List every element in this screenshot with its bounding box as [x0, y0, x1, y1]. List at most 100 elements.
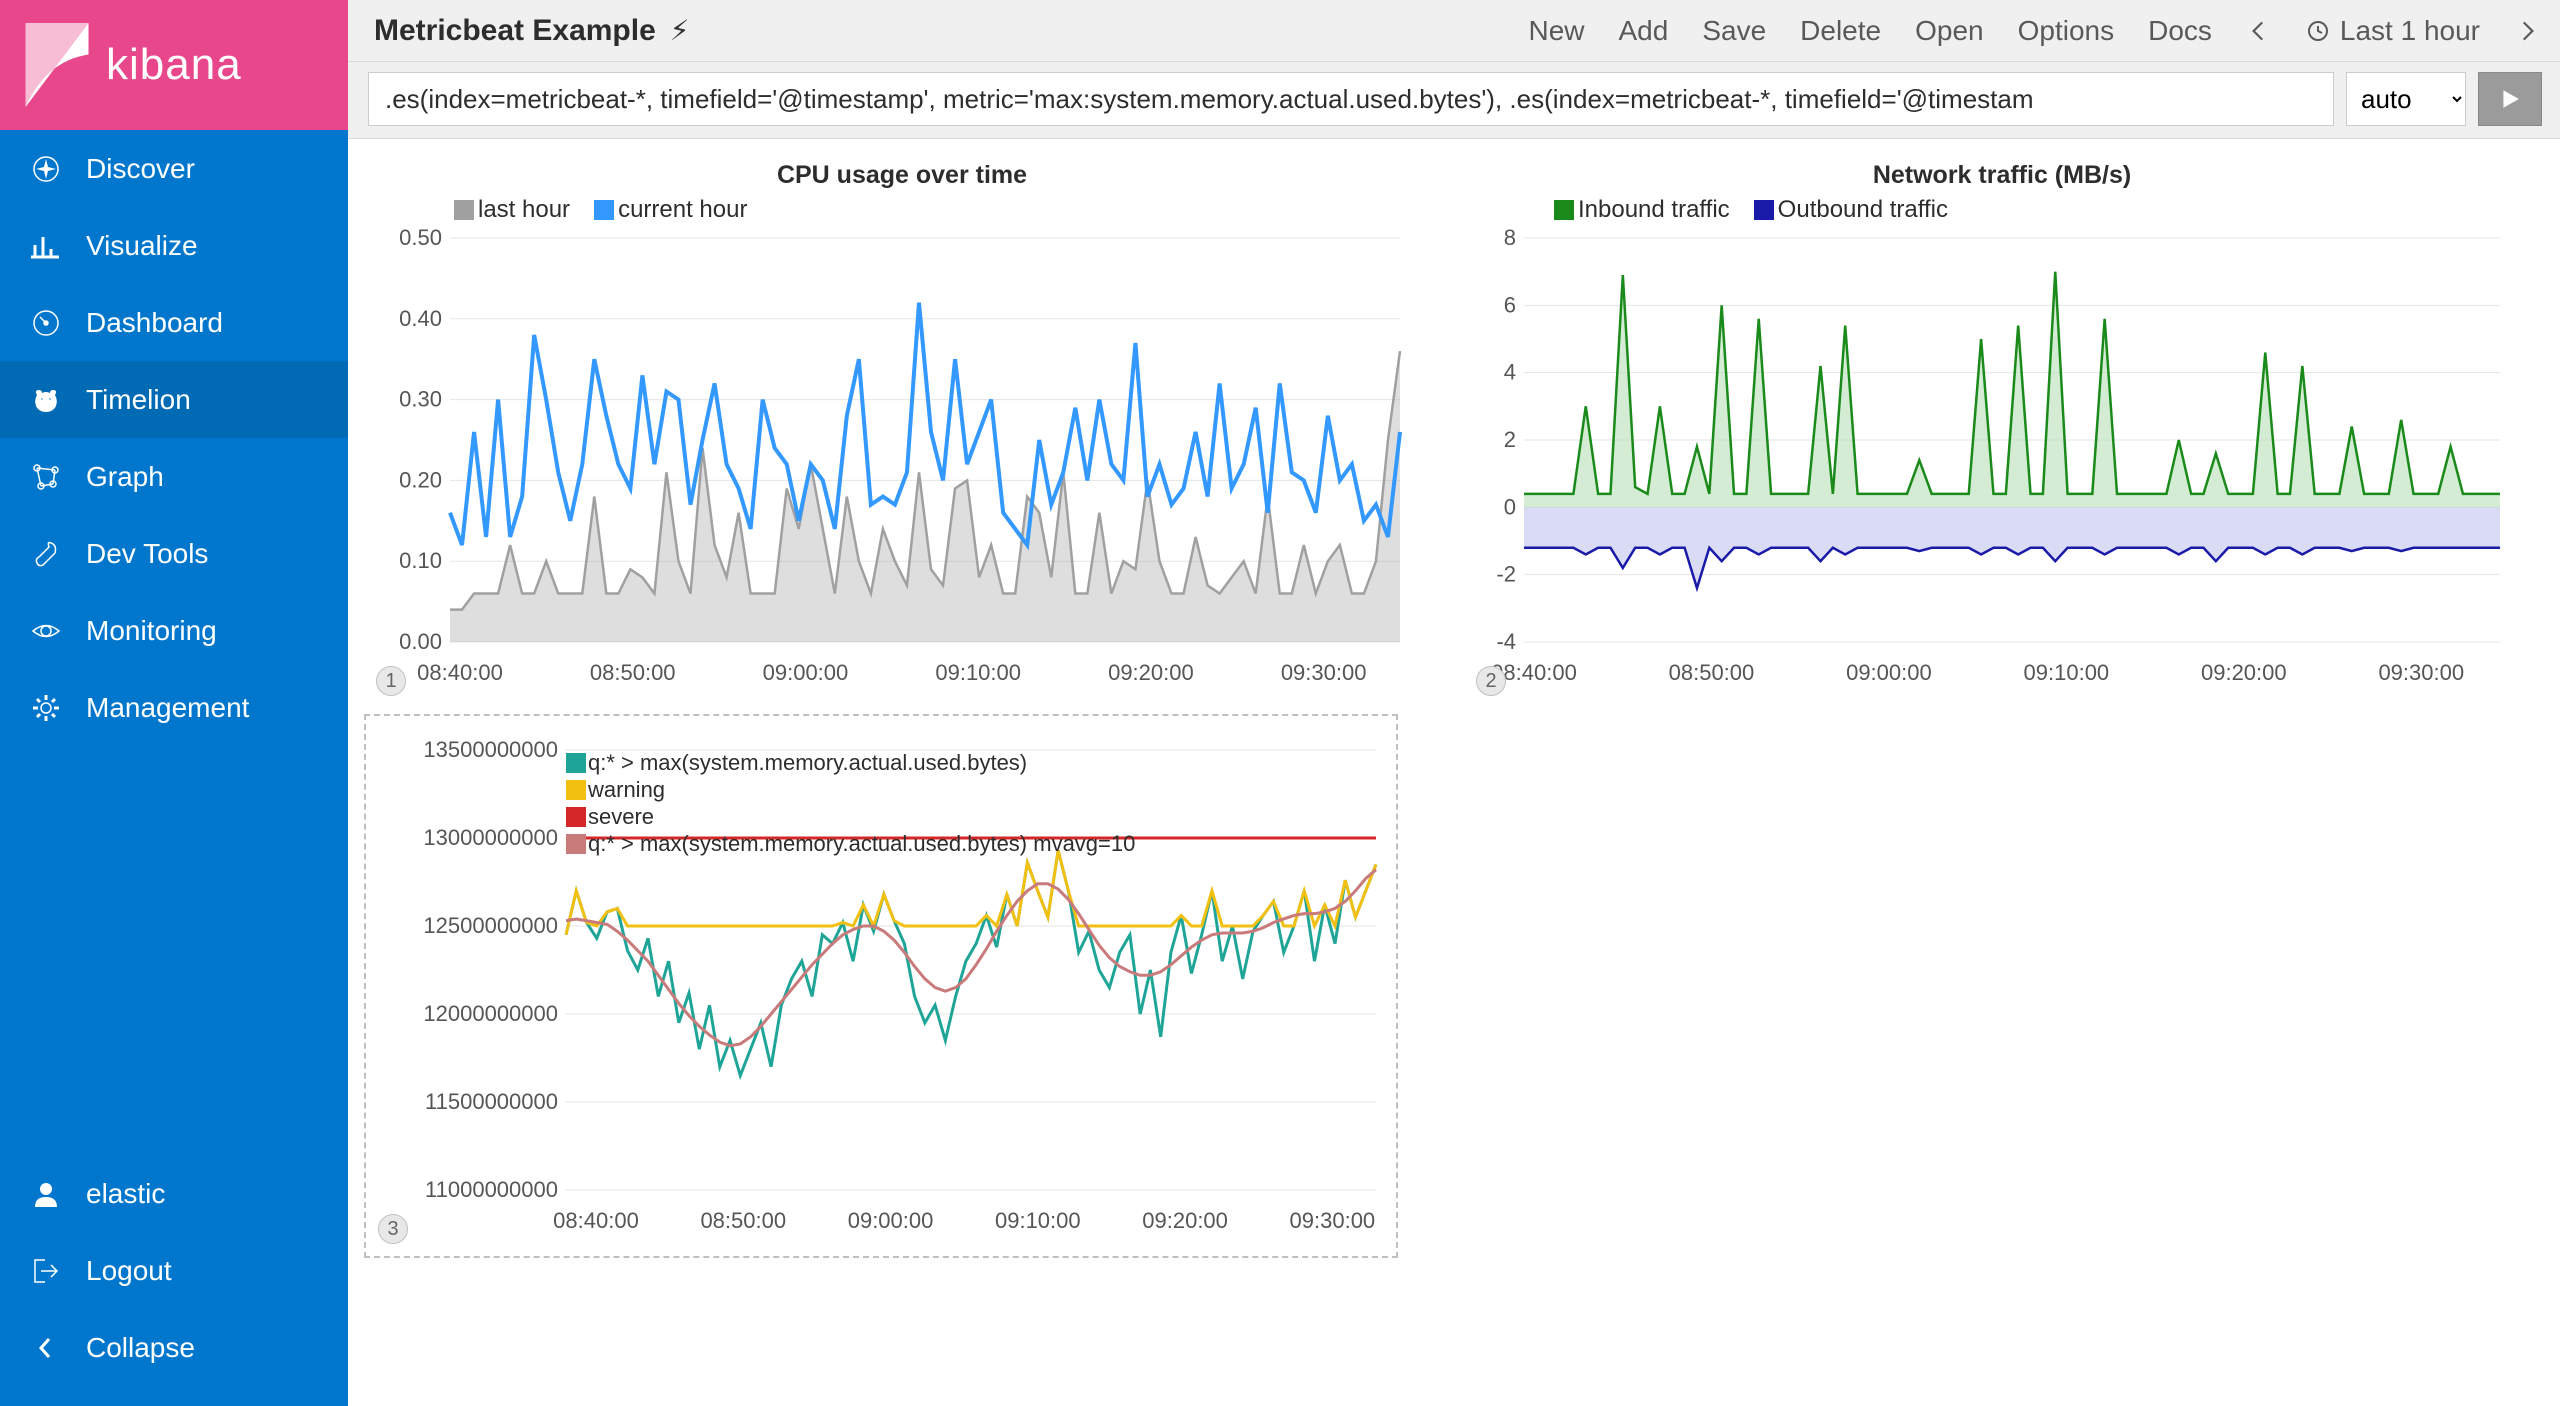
- gear-icon: [30, 692, 62, 724]
- sidebar-item-management[interactable]: Management: [0, 669, 348, 746]
- menu-options[interactable]: Options: [2018, 15, 2115, 47]
- logout-icon: [30, 1255, 62, 1287]
- collapse-icon: [30, 1332, 62, 1364]
- nav-label: Timelion: [86, 384, 191, 416]
- interval-select[interactable]: auto: [2346, 72, 2466, 126]
- gauge-icon: [30, 307, 62, 339]
- chart-network-traffic[interactable]: Network traffic (MB/s)Inbound trafficOut…: [1464, 151, 2540, 708]
- svg-text:09:20:00: 09:20:00: [2201, 660, 2287, 685]
- chart-title: CPU usage over time: [374, 161, 1430, 190]
- wrench-icon: [30, 538, 62, 570]
- svg-text:09:20:00: 09:20:00: [1142, 1208, 1228, 1233]
- play-button[interactable]: [2478, 72, 2542, 126]
- svg-text:-2: -2: [1496, 562, 1516, 587]
- chart-memory-usage[interactable]: 1100000000011500000000120000000001250000…: [364, 714, 1398, 1258]
- legend-item[interactable]: q:* > max(system.memory.actual.used.byte…: [566, 831, 1135, 857]
- svg-text:13000000000: 13000000000: [423, 825, 558, 850]
- sidebar-item-graph[interactable]: Graph: [0, 438, 348, 515]
- bolt-icon[interactable]: ⚡︎: [670, 14, 690, 47]
- legend-item[interactable]: current hour: [594, 196, 747, 224]
- svg-text:11500000000: 11500000000: [425, 1089, 558, 1114]
- legend-item[interactable]: q:* > max(system.memory.actual.used.byte…: [566, 750, 1135, 776]
- chart-legend: q:* > max(system.memory.actual.used.byte…: [566, 750, 1135, 858]
- play-icon: [2499, 88, 2521, 110]
- menu-new[interactable]: New: [1528, 15, 1584, 47]
- svg-text:11000000000: 11000000000: [425, 1177, 558, 1202]
- svg-text:12500000000: 12500000000: [423, 913, 558, 938]
- nav-label: Dev Tools: [86, 538, 208, 570]
- svg-text:09:30:00: 09:30:00: [2378, 660, 2464, 685]
- svg-text:08:40:00: 08:40:00: [417, 660, 503, 685]
- kibana-logo[interactable]: kibana: [0, 0, 348, 130]
- svg-text:0.00: 0.00: [399, 629, 442, 654]
- svg-text:09:20:00: 09:20:00: [1108, 660, 1194, 685]
- sidebar-item-discover[interactable]: Discover: [0, 130, 348, 207]
- chart-plot[interactable]: 0.000.100.200.300.400.5008:40:0008:50:00…: [374, 228, 1430, 688]
- chart-index-badge[interactable]: 2: [1476, 666, 1506, 696]
- menu-delete[interactable]: Delete: [1800, 15, 1881, 47]
- bear-icon: [30, 384, 62, 416]
- menu-docs[interactable]: Docs: [2148, 15, 2212, 47]
- svg-text:13500000000: 13500000000: [423, 737, 558, 762]
- sidebar-bottom: elastic Logout Collapse: [0, 1155, 348, 1406]
- user-icon: [30, 1178, 62, 1210]
- sidebar-item-collapse[interactable]: Collapse: [0, 1309, 348, 1386]
- sidebar-item-timelion[interactable]: Timelion: [0, 361, 348, 438]
- query-bar: auto: [348, 62, 2560, 139]
- time-picker[interactable]: Last 1 hour: [2306, 15, 2480, 47]
- chart-plot[interactable]: -4-20246808:40:0008:50:0009:00:0009:10:0…: [1474, 228, 2530, 688]
- chevron-right-icon[interactable]: [2514, 18, 2540, 44]
- legend-item[interactable]: severe: [566, 804, 1135, 830]
- compass-icon: [30, 153, 62, 185]
- menu-add[interactable]: Add: [1619, 15, 1669, 47]
- logo-text: kibana: [106, 40, 242, 90]
- chevron-left-icon[interactable]: [2246, 18, 2272, 44]
- top-menu: New Add Save Delete Open Options Docs Last 1 h…: [1528, 15, 2540, 47]
- chart-legend: Inbound traffic Outbound traffic: [1554, 196, 2530, 224]
- legend-item[interactable]: warning: [566, 777, 1135, 803]
- bar-chart-icon: [30, 230, 62, 262]
- svg-text:4: 4: [1504, 360, 1516, 385]
- sidebar-item-visualize[interactable]: Visualize: [0, 207, 348, 284]
- nav-label: Dashboard: [86, 307, 223, 339]
- sidebar-item-monitoring[interactable]: Monitoring: [0, 592, 348, 669]
- svg-text:09:00:00: 09:00:00: [848, 1208, 934, 1233]
- svg-text:0.30: 0.30: [399, 387, 442, 412]
- nav-label: Collapse: [86, 1332, 195, 1364]
- menu-open[interactable]: Open: [1915, 15, 1984, 47]
- sidebar-item-dev-tools[interactable]: Dev Tools: [0, 515, 348, 592]
- svg-text:8: 8: [1504, 228, 1516, 250]
- svg-text:6: 6: [1504, 292, 1516, 317]
- chart-index-badge[interactable]: 1: [376, 666, 406, 696]
- nav-label: elastic: [86, 1178, 165, 1210]
- eye-icon: [30, 615, 62, 647]
- sidebar-item-dashboard[interactable]: Dashboard: [0, 284, 348, 361]
- nav-label: Management: [86, 692, 249, 724]
- svg-text:08:50:00: 08:50:00: [1669, 660, 1755, 685]
- topbar: Metricbeat Example ⚡︎ NewAddSaveDeleteOp…: [348, 0, 2560, 62]
- network-icon: [30, 461, 62, 493]
- chart-cpu-usage[interactable]: CPU usage over time last hour current hour…: [364, 151, 1440, 708]
- svg-text:09:10:00: 09:10:00: [995, 1208, 1081, 1233]
- logo-icon: [24, 23, 90, 107]
- svg-text:09:30:00: 09:30:00: [1281, 660, 1367, 685]
- svg-text:09:30:00: 09:30:00: [1290, 1208, 1376, 1233]
- svg-text:08:50:00: 08:50:00: [700, 1208, 786, 1233]
- nav-label: Discover: [86, 153, 195, 185]
- chart-legend: last hour current hour: [454, 196, 1430, 224]
- menu-save[interactable]: Save: [1702, 15, 1766, 47]
- legend-item[interactable]: last hour: [454, 196, 570, 224]
- svg-text:08:40:00: 08:40:00: [553, 1208, 639, 1233]
- svg-text:09:00:00: 09:00:00: [763, 660, 849, 685]
- query-input[interactable]: [368, 72, 2334, 126]
- legend-item[interactable]: Inbound traffic: [1554, 196, 1730, 224]
- sidebar-item-elastic[interactable]: elastic: [0, 1155, 348, 1232]
- sidebar-nav: Discover Visualize Dashboard Timelion Graph D…: [0, 130, 348, 1155]
- legend-item[interactable]: Outbound traffic: [1754, 196, 1948, 224]
- svg-text:2: 2: [1504, 427, 1516, 452]
- sidebar-item-logout[interactable]: Logout: [0, 1232, 348, 1309]
- svg-text:0.10: 0.10: [399, 548, 442, 573]
- chart-index-badge[interactable]: 3: [378, 1214, 408, 1244]
- nav-label: Logout: [86, 1255, 172, 1287]
- time-label: Last 1 hour: [2340, 15, 2480, 47]
